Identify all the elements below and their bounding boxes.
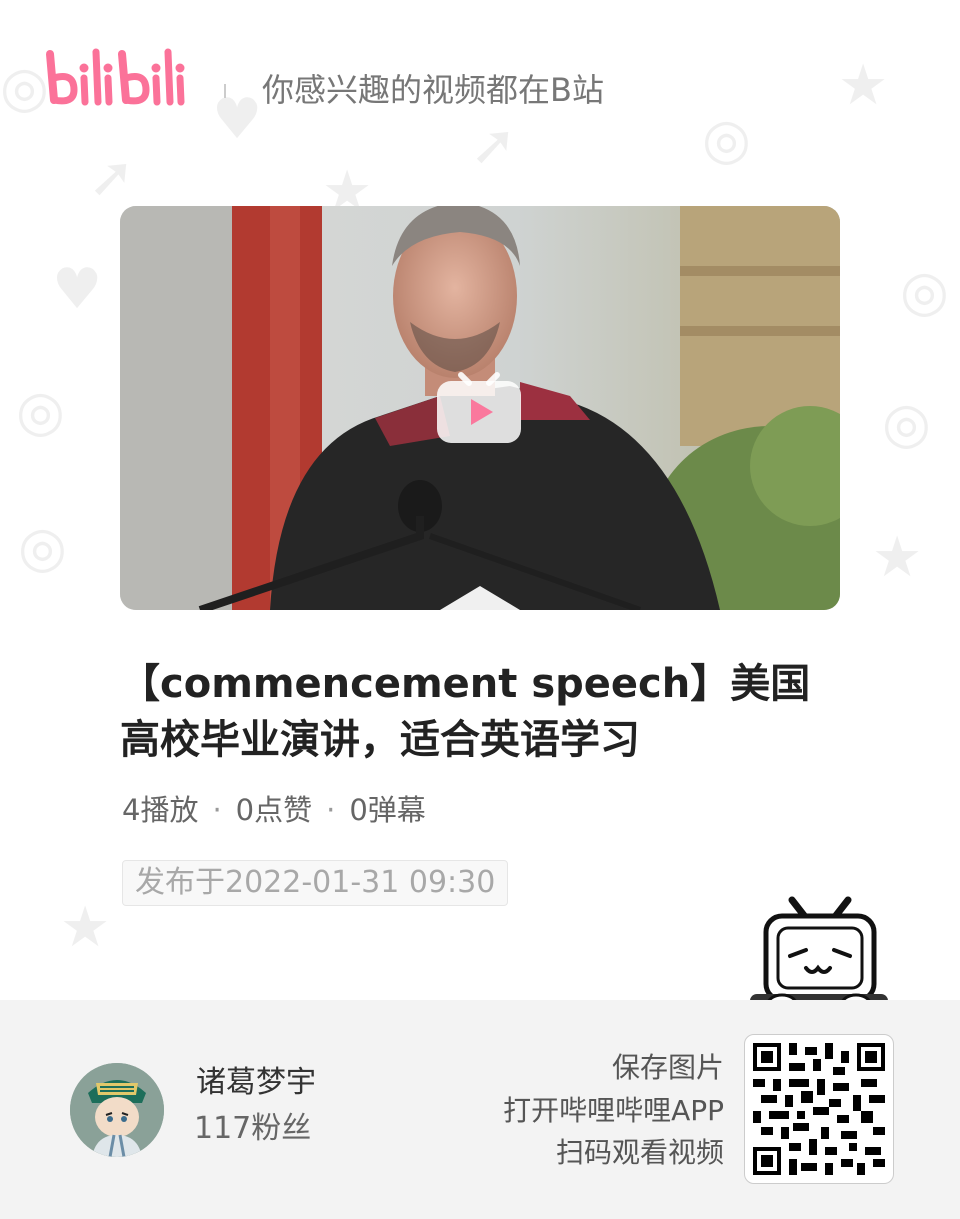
coin-icon: ◎ bbox=[882, 391, 931, 456]
stats-separator: · bbox=[212, 793, 222, 827]
danmaku-count: 0弹幕 bbox=[349, 793, 426, 827]
star-icon: ★ bbox=[60, 895, 111, 960]
qr-code[interactable] bbox=[744, 1034, 894, 1184]
coin-icon: ◎ bbox=[16, 379, 65, 444]
like-count: 0点赞 bbox=[235, 793, 313, 827]
star-icon: ★ bbox=[838, 53, 889, 118]
header-divider bbox=[224, 84, 226, 98]
bilibili-logo-icon bbox=[46, 48, 185, 106]
star-icon: ★ bbox=[872, 525, 923, 590]
fan-count: 117粉丝 bbox=[194, 1111, 312, 1146]
play-icon[interactable] bbox=[435, 365, 523, 445]
save-image-hint: 保存图片 bbox=[611, 1051, 724, 1084]
video-stats: 4播放 · 0点赞 · 0弹幕 bbox=[122, 788, 426, 832]
qr-code-icon bbox=[753, 1043, 885, 1175]
header bbox=[44, 44, 189, 114]
uploader-avatar-image bbox=[70, 1063, 164, 1157]
uploader-name[interactable]: 诸葛梦宇 bbox=[196, 1062, 316, 1104]
thumb-up-icon: ♥ bbox=[52, 257, 103, 322]
thumb-up-icon: ♥ bbox=[212, 87, 263, 152]
video-title: 【commencement speech】美国高校毕业演讲，适合英语学习 bbox=[120, 661, 811, 763]
coin-icon: ◎ bbox=[0, 55, 49, 120]
publish-date: 发布于2022-01-31 09:30 bbox=[122, 860, 509, 906]
coin-icon: ◎ bbox=[18, 515, 67, 580]
avatar[interactable] bbox=[70, 1063, 164, 1157]
share-icon: ➚ bbox=[88, 145, 135, 210]
header-slogan: 你感兴趣的视频都在B站 bbox=[262, 71, 604, 109]
open-app-hint: 打开哔哩哔哩APP bbox=[503, 1094, 724, 1127]
share-icon: ➚ bbox=[470, 113, 517, 178]
coin-icon: ◎ bbox=[702, 107, 751, 172]
video-cover[interactable] bbox=[120, 206, 840, 610]
play-count: 4播放 bbox=[122, 793, 199, 827]
stats-separator: · bbox=[326, 793, 336, 827]
coin-icon: ◎ bbox=[900, 259, 949, 324]
scan-hint: 扫码观看视频 bbox=[555, 1136, 724, 1169]
